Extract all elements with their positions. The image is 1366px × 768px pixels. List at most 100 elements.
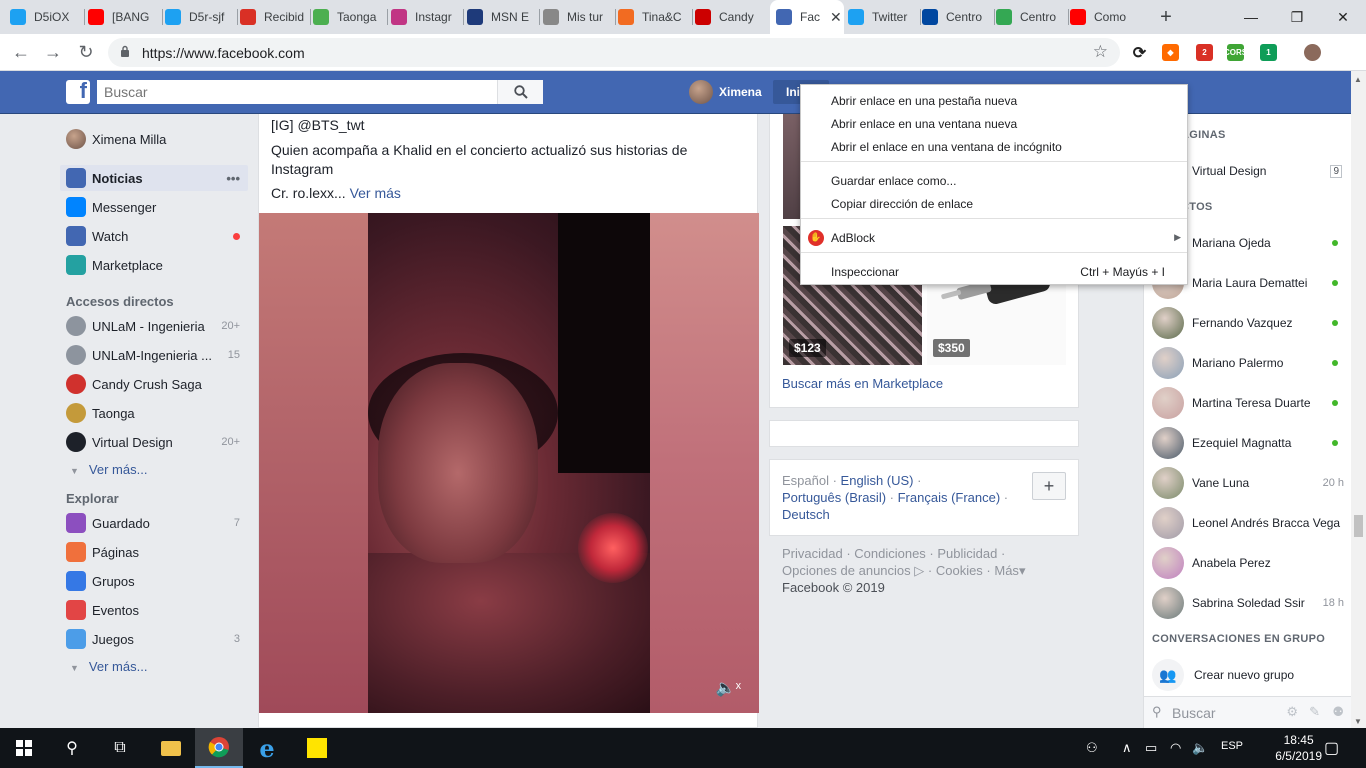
add-friends-icon[interactable]: ⚉ <box>1332 704 1344 720</box>
profile-avatar-icon[interactable] <box>1304 44 1321 61</box>
cors-icon[interactable]: CORS <box>1224 44 1247 61</box>
user-profile-link[interactable]: Ximena Milla <box>60 126 248 152</box>
volume-icon[interactable]: 🔈 <box>1192 740 1208 756</box>
sync-icon[interactable]: ⟳ <box>1131 44 1148 62</box>
footer-link[interactable]: Más <box>994 563 1019 578</box>
menu-item-open-incognito[interactable]: Abrir el enlace en una ventana de incógn… <box>801 135 1187 158</box>
add-language-button[interactable]: + <box>1032 472 1066 500</box>
tray-expand-icon[interactable]: ∧ <box>1122 740 1132 756</box>
internet-explorer-icon[interactable]: e <box>243 728 291 768</box>
post-video[interactable]: 🔈ˣ <box>259 213 759 713</box>
contact-item[interactable]: Fernando Vazquez <box>1144 303 1352 343</box>
browser-tab[interactable]: Fac ✕ <box>770 0 844 34</box>
sidebar-item[interactable]: Grupos <box>60 568 248 594</box>
notifications-icon[interactable]: ▢ <box>1324 738 1339 758</box>
muted-speaker-icon[interactable]: 🔈ˣ <box>716 678 741 698</box>
contact-item[interactable]: Martina Teresa Duarte <box>1144 383 1352 423</box>
minimize-button[interactable]: — <box>1228 0 1274 34</box>
orange-ext-icon[interactable]: ◆ <box>1162 44 1179 61</box>
browser-tab[interactable]: Tina&C <box>618 0 690 34</box>
contact-item[interactable]: Ezequiel Magnatta <box>1144 423 1352 463</box>
browser-tab[interactable]: Centro <box>922 0 992 34</box>
scrollbar-thumb[interactable] <box>1354 515 1363 537</box>
footer-link[interactable]: Opciones de anuncios <box>782 563 911 578</box>
system-clock[interactable]: 18:45 6/5/2019 <box>1275 732 1322 764</box>
browser-tab[interactable]: D5iOX <box>10 0 82 34</box>
maximize-button[interactable]: ❐ <box>1274 0 1320 34</box>
footer-link[interactable]: Privacidad <box>782 546 843 561</box>
footer-link[interactable]: Publicidad <box>937 546 997 561</box>
scroll-down-icon[interactable]: ▼ <box>1354 717 1362 726</box>
browser-tab[interactable]: D5r-sjf <box>165 0 235 34</box>
contact-item[interactable]: Mariano Palermo <box>1144 343 1352 383</box>
facebook-search-input[interactable] <box>97 80 495 104</box>
sidebar-item[interactable]: Taonga <box>60 400 248 426</box>
browser-tab[interactable]: Taonga <box>313 0 385 34</box>
chrome-icon[interactable] <box>195 728 243 768</box>
browser-tab[interactable]: Candy <box>695 0 763 34</box>
file-explorer-icon[interactable] <box>147 728 195 768</box>
forward-arrow-icon[interactable]: → <box>41 40 65 64</box>
contact-item[interactable]: Anabela Perez <box>1144 543 1352 583</box>
close-tab-icon[interactable]: ✕ <box>830 9 842 26</box>
sidebar-item[interactable]: Candy Crush Saga <box>60 371 248 397</box>
sidebar-item[interactable]: UNLaM-Ingenieria ... 15 <box>60 342 248 368</box>
back-arrow-icon[interactable]: ← <box>9 40 33 64</box>
shortcuts-more-link[interactable]: ▼ Ver más... <box>70 462 147 477</box>
search-icon[interactable]: ⚲ <box>48 728 96 768</box>
wifi-icon[interactable]: ◠ <box>1170 740 1181 756</box>
people-icon[interactable]: ⚇ <box>1086 740 1098 756</box>
battery-icon[interactable]: ▭ <box>1145 740 1157 756</box>
explore-more-link[interactable]: ▼ Ver más... <box>70 659 147 674</box>
browser-tab[interactable]: MSN E <box>467 0 537 34</box>
sidebar-item[interactable]: Watch <box>60 223 248 249</box>
menu-item-save-link[interactable]: Guardar enlace como... <box>801 169 1187 192</box>
browser-tab[interactable]: Centro <box>996 0 1066 34</box>
language-link[interactable]: Deutsch <box>782 507 830 522</box>
search-button[interactable] <box>497 80 543 104</box>
sidebar-item[interactable]: Marketplace <box>60 252 248 278</box>
windows-start-icon[interactable] <box>0 728 48 768</box>
menu-item-adblock[interactable]: ✋ AdBlock ▶ <box>801 226 1187 249</box>
language-link[interactable]: English (US) <box>841 473 914 488</box>
red-ext-icon[interactable]: 2 <box>1196 44 1213 61</box>
sidebar-item[interactable]: Virtual Design 20+ <box>60 429 248 455</box>
task-view-icon[interactable]: ⧉ <box>96 728 144 768</box>
gear-icon[interactable]: ⚙ <box>1286 704 1298 720</box>
green-ext-icon[interactable]: 1 <box>1260 44 1277 61</box>
sticky-notes-icon[interactable] <box>293 728 341 768</box>
profile-link[interactable]: Ximena <box>689 80 762 104</box>
address-bar[interactable]: https://www.facebook.com ☆ <box>108 38 1120 67</box>
language-link[interactable]: Français (France) <box>898 490 1001 505</box>
menu-item-copy-link[interactable]: Copiar dirección de enlace <box>801 192 1187 215</box>
browser-tab[interactable]: Twitter <box>848 0 918 34</box>
sidebar-item[interactable]: Messenger <box>60 194 248 220</box>
page-scrollbar[interactable]: ▲ ▼ <box>1351 71 1366 728</box>
marketplace-more-link[interactable]: Buscar más en Marketplace <box>782 376 943 391</box>
browser-tab[interactable]: Recibid <box>240 0 308 34</box>
menu-item-open-new-tab[interactable]: Abrir enlace en una pestaña nueva <box>801 89 1187 112</box>
scroll-up-icon[interactable]: ▲ <box>1354 75 1362 84</box>
footer-link[interactable]: Condiciones <box>854 546 926 561</box>
sidebar-item[interactable]: Guardado 7 <box>60 510 248 536</box>
create-group-button[interactable]: 👥 Crear nuevo grupo <box>1144 655 1352 695</box>
sidebar-item[interactable]: Eventos <box>60 597 248 623</box>
menu-item-inspect[interactable]: Inspeccionar Ctrl + Mayús + I <box>801 260 1187 283</box>
see-more-link[interactable]: Ver más <box>350 185 401 201</box>
browser-tab[interactable]: [BANG <box>88 0 160 34</box>
reload-icon[interactable]: ↻ <box>74 40 98 64</box>
browser-tab[interactable]: Instagr <box>391 0 461 34</box>
compose-icon[interactable]: ✎ <box>1309 704 1320 720</box>
menu-item-open-new-window[interactable]: Abrir enlace en una ventana nueva <box>801 112 1187 135</box>
new-tab-button[interactable]: + <box>1156 0 1176 34</box>
more-options-icon[interactable]: ••• <box>226 171 240 186</box>
sidebar-item[interactable]: Juegos 3 <box>60 626 248 652</box>
chat-search[interactable]: ⚲ Buscar ⚙ ✎ ⚉ <box>1144 696 1352 728</box>
browser-tab[interactable]: Como <box>1070 0 1144 34</box>
language-indicator[interactable]: ESP <box>1221 740 1243 752</box>
sidebar-item[interactable]: Páginas <box>60 539 248 565</box>
contact-item[interactable]: Sabrina Soledad Ssir 18 h <box>1144 583 1352 623</box>
close-window-button[interactable]: ✕ <box>1320 0 1366 34</box>
footer-link[interactable]: Cookies <box>936 563 983 578</box>
contact-item[interactable]: Leonel Andrés Bracca Vega <box>1144 503 1352 543</box>
